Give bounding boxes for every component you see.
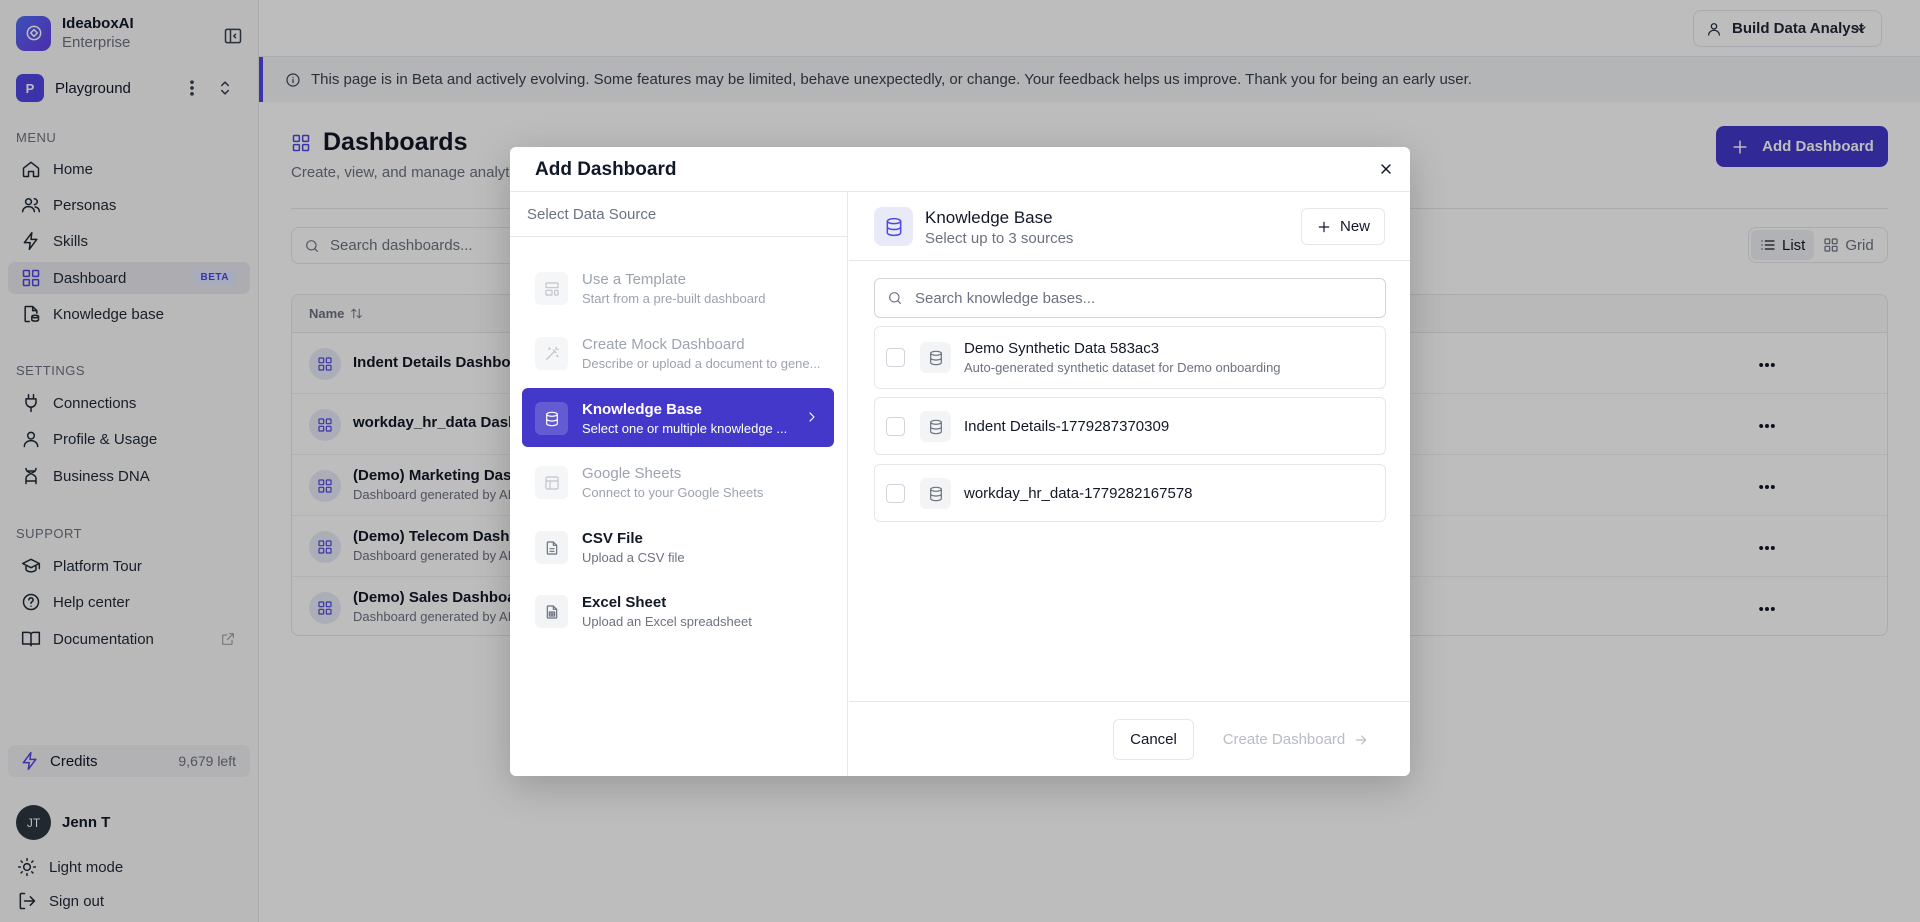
sheet-icon: [535, 466, 568, 499]
source-title: Use a Template: [582, 271, 686, 288]
layout-template-icon: [535, 272, 568, 305]
knowledge-base-name: Indent Details-1779287370309: [964, 418, 1170, 435]
modal-footer: Cancel Create Dashboard: [849, 701, 1410, 776]
source-title: Excel Sheet: [582, 594, 667, 611]
knowledge-base-header: Knowledge Base Select up to 3 sources Ne…: [849, 192, 1410, 261]
wand-icon: [535, 337, 568, 370]
knowledge-base-item[interactable]: Indent Details-1779287370309: [874, 397, 1386, 455]
search-placeholder: Search knowledge bases...: [915, 289, 1096, 307]
checkbox[interactable]: [886, 348, 905, 367]
database-icon: [920, 478, 951, 509]
knowledge-base-name: workday_hr_data-1779282167578: [964, 485, 1193, 502]
search-icon: [889, 292, 901, 304]
source-description: Upload an Excel spreadsheet: [582, 614, 752, 629]
database-icon: [535, 402, 568, 435]
checkbox[interactable]: [886, 484, 905, 503]
source-template[interactable]: Use a Template Start from a pre-built da…: [522, 258, 834, 317]
source-google-sheets[interactable]: Google Sheets Connect to your Google She…: [522, 452, 834, 511]
plus-icon: [1318, 221, 1330, 232]
source-description: Connect to your Google Sheets: [582, 485, 764, 500]
source-title: Google Sheets: [582, 465, 682, 482]
create-dashboard-label: Create Dashboard: [1222, 731, 1346, 748]
knowledge-base-subtitle: Select up to 3 sources: [925, 230, 1074, 247]
knowledge-base-name: Demo Synthetic Data 583ac3: [964, 340, 1160, 357]
create-dashboard-button[interactable]: Create Dashboard: [1216, 719, 1376, 760]
database-icon: [874, 207, 913, 246]
source-excel-sheet[interactable]: Excel Sheet Upload an Excel spreadsheet: [522, 581, 834, 640]
new-label: New: [1339, 218, 1370, 235]
file-text-icon: [535, 531, 568, 564]
knowledge-base-title: Knowledge Base: [925, 208, 1053, 227]
source-knowledge-base[interactable]: Knowledge Base Select one or multiple kn…: [522, 388, 834, 447]
cancel-button[interactable]: Cancel: [1113, 719, 1194, 760]
modal-header: Add Dashboard: [510, 147, 1410, 192]
source-description: Upload a CSV file: [582, 550, 685, 565]
source-mock-dashboard[interactable]: Create Mock Dashboard Describe or upload…: [522, 323, 834, 382]
source-title: CSV File: [582, 530, 643, 547]
file-spreadsheet-icon: [535, 595, 568, 628]
knowledge-base-item[interactable]: Demo Synthetic Data 583ac3 Auto-generate…: [874, 326, 1386, 389]
checkbox[interactable]: [886, 417, 905, 436]
source-title: Create Mock Dashboard: [582, 336, 745, 353]
chevron-right-icon: [804, 409, 820, 425]
source-description: Describe or upload a document to gene...: [582, 356, 821, 371]
new-knowledge-base-button[interactable]: New: [1301, 208, 1385, 245]
data-source-header: Select Data Source: [510, 192, 847, 237]
arrow-right-icon: [1356, 734, 1367, 745]
modal-title: Add Dashboard: [535, 159, 677, 180]
source-csv-file[interactable]: CSV File Upload a CSV file: [522, 517, 834, 576]
source-title: Knowledge Base: [582, 401, 703, 418]
knowledge-base-description: Auto-generated synthetic dataset for Dem…: [964, 360, 1281, 375]
data-source-panel: Select Data Source Use a Template Start …: [510, 192, 848, 776]
database-icon: [920, 411, 951, 442]
search-knowledge-bases-input[interactable]: Search knowledge bases...: [874, 278, 1386, 318]
close-icon[interactable]: [1378, 161, 1394, 177]
source-description: Start from a pre-built dashboard: [582, 291, 766, 306]
add-dashboard-modal: Add Dashboard Select Data Source Use a T…: [510, 147, 1410, 776]
database-icon: [920, 342, 951, 373]
source-description: Select one or multiple knowledge ...: [582, 421, 788, 436]
knowledge-base-item[interactable]: workday_hr_data-1779282167578: [874, 464, 1386, 522]
